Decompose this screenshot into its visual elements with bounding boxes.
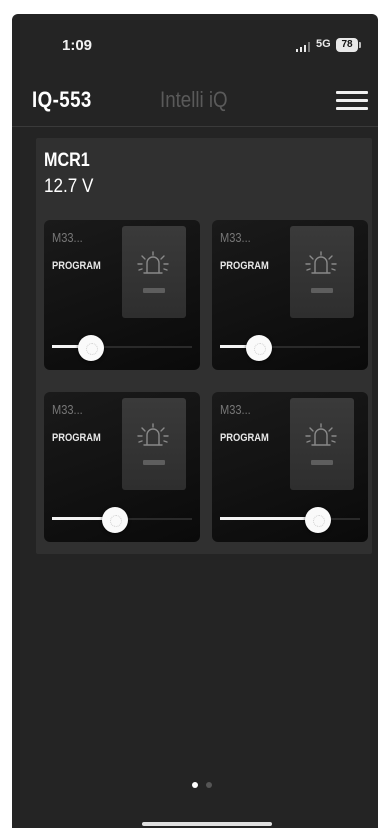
channel-mode: PROGRAM [52, 260, 101, 272]
channel-card: M33... PROGRAM [212, 392, 368, 542]
status-indicator [311, 460, 333, 465]
intensity-slider[interactable] [52, 507, 192, 533]
beacon-light-icon [136, 422, 170, 450]
channel-mode: PROGRAM [52, 432, 101, 444]
channel-id: M33... [220, 230, 251, 245]
slider-thumb[interactable] [78, 335, 104, 361]
status-time: 1:09 [62, 37, 93, 54]
device-id: IQ-553 [32, 87, 92, 112]
channel-card: M33... PROGRAM [212, 220, 368, 370]
status-indicator [143, 460, 165, 465]
beacon-toggle-button[interactable] [290, 226, 354, 318]
intensity-slider[interactable] [220, 507, 360, 533]
app-screen: 1:09 5G 78 IQ-553 Intelli iQ MCR1 12.7 V… [12, 14, 378, 828]
slider-thumb[interactable] [305, 507, 331, 533]
beacon-toggle-button[interactable] [122, 226, 186, 318]
channel-mode: PROGRAM [220, 260, 269, 272]
network-type: 5G [316, 38, 331, 50]
page-indicator[interactable] [192, 782, 232, 792]
beacon-toggle-button[interactable] [122, 398, 186, 490]
slider-fill [220, 517, 318, 520]
app-title: Intelli iQ [160, 87, 228, 112]
slider-thumb[interactable] [246, 335, 272, 361]
status-bar: 1:09 5G 78 [12, 14, 378, 74]
page-dot[interactable] [206, 782, 212, 788]
signal-strength-icon [296, 42, 312, 52]
beacon-light-icon [304, 250, 338, 278]
hamburger-menu-icon[interactable] [336, 91, 368, 111]
intensity-slider[interactable] [220, 335, 360, 361]
channel-id: M33... [220, 402, 251, 417]
slider-thumb[interactable] [102, 507, 128, 533]
group-panel: MCR1 12.7 V M33... PROGRAM M33... PROGRA… [36, 138, 372, 554]
channel-card: M33... PROGRAM [44, 220, 200, 370]
app-header: IQ-553 Intelli iQ [12, 74, 378, 124]
home-indicator[interactable] [142, 822, 272, 826]
intensity-slider[interactable] [52, 335, 192, 361]
status-indicator [311, 288, 333, 293]
channel-id: M33... [52, 402, 83, 417]
channel-card: M33... PROGRAM [44, 392, 200, 542]
channel-id: M33... [52, 230, 83, 245]
header-divider [12, 126, 378, 127]
group-name: MCR1 [44, 150, 90, 171]
battery-icon: 78 [336, 38, 361, 52]
beacon-toggle-button[interactable] [290, 398, 354, 490]
status-indicator [143, 288, 165, 293]
group-voltage: 12.7 V [44, 176, 94, 197]
beacon-light-icon [304, 422, 338, 450]
channel-mode: PROGRAM [220, 432, 269, 444]
page-dot[interactable] [192, 782, 198, 788]
beacon-light-icon [136, 250, 170, 278]
